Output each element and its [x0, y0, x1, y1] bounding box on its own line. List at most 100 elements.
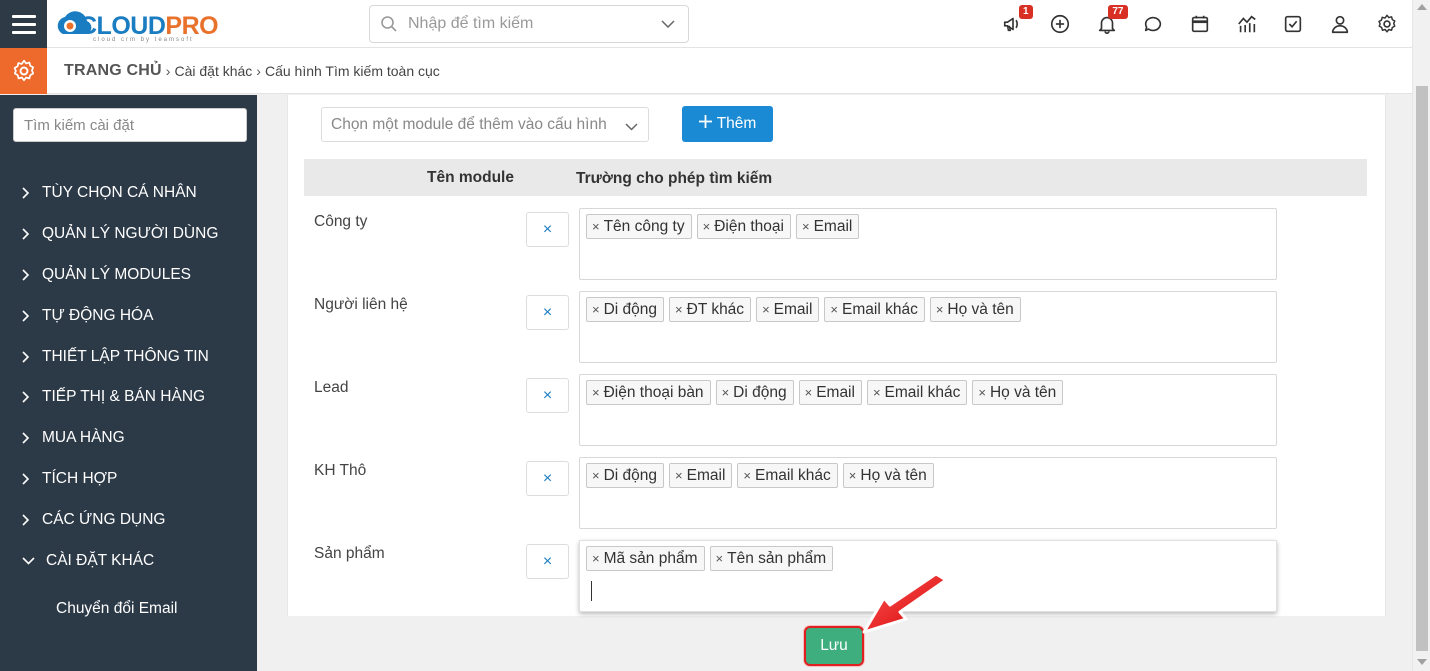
sidebar-item-other-settings[interactable]: CÀI ĐẶT KHÁC: [0, 540, 257, 581]
tag-remove-icon[interactable]: ×: [703, 219, 711, 234]
field-tag-label: Điện thoại: [714, 217, 784, 235]
search-fields-input[interactable]: × Di động × Email × Email khác × Họ và tên: [579, 457, 1277, 529]
tag-remove-icon[interactable]: ×: [873, 385, 881, 400]
bell-icon[interactable]: 77: [1083, 0, 1130, 48]
tag-remove-icon[interactable]: ×: [802, 219, 810, 234]
header-icon-toolbar: 1 77: [990, 0, 1410, 48]
tag-remove-icon[interactable]: ×: [743, 468, 751, 483]
sidebar-item-info-setup[interactable]: THIẾT LẬP THÔNG TIN: [0, 336, 257, 377]
remove-module-button[interactable]: ×: [526, 461, 569, 496]
remove-module-button[interactable]: ×: [526, 544, 569, 579]
sidebar-item-label: TÍCH HỢP: [42, 469, 118, 487]
scrollbar-thumb[interactable]: [1416, 86, 1428, 651]
remove-module-button[interactable]: ×: [526, 295, 569, 330]
sidebar-item-label: CÁC ỨNG DỤNG: [42, 510, 166, 528]
sidebar-item-users[interactable]: QUẢN LÝ NGƯỜI DÙNG: [0, 214, 257, 255]
sidebar-item-purchasing[interactable]: MUA HÀNG: [0, 418, 257, 459]
field-tag-label: Email: [813, 217, 853, 235]
tag-remove-icon[interactable]: ×: [722, 385, 730, 400]
field-tag-label: Di động: [603, 300, 658, 318]
chart-icon[interactable]: [1223, 0, 1270, 48]
sidebar-item-personal[interactable]: TÙY CHỌN CÁ NHÂN: [0, 173, 257, 214]
module-name: Sản phẩm: [314, 545, 385, 562]
settings-icon[interactable]: [1364, 0, 1411, 48]
tag-remove-icon[interactable]: ×: [936, 302, 944, 317]
sidebar-item-integration[interactable]: TÍCH HỢP: [0, 459, 257, 500]
field-tag: × Điện thoại: [696, 214, 791, 239]
add-module-button[interactable]: Thêm: [682, 106, 773, 142]
chat-icon[interactable]: [1130, 0, 1177, 48]
calendar-icon[interactable]: [1177, 0, 1224, 48]
sidebar-item-automation[interactable]: TỰ ĐỘNG HÓA: [0, 295, 257, 336]
search-fields-input[interactable]: × Điện thoại bàn × Di động × Email × Email k…: [579, 374, 1277, 446]
table-row: KH Thô × × Di động × Email × Email khác × Họ…: [288, 457, 1387, 540]
chevron-right-icon: [22, 514, 42, 526]
text-caret: [591, 581, 592, 601]
field-tag-label: Di động: [733, 383, 787, 401]
search-icon: [370, 15, 408, 33]
module-name: KH Thô: [314, 462, 367, 479]
chevron-right-icon: ›: [256, 63, 261, 79]
field-tag: × Di động: [586, 297, 665, 322]
global-search-input[interactable]: [408, 15, 648, 33]
chevron-down-icon[interactable]: [648, 20, 688, 28]
module-name: Người liên hệ: [314, 296, 408, 313]
tag-remove-icon[interactable]: ×: [762, 302, 770, 317]
chevron-right-icon: [22, 391, 42, 403]
field-tag-label: Họ và tên: [860, 466, 927, 484]
tag-remove-icon[interactable]: ×: [592, 219, 600, 234]
search-fields-input[interactable]: × Tên công ty × Điện thoại × Email: [579, 208, 1277, 280]
tag-remove-icon[interactable]: ×: [849, 468, 857, 483]
logo-tagline: cloud crm by teamsoft: [93, 37, 194, 43]
field-tag-label: Email: [816, 383, 855, 401]
megaphone-icon[interactable]: 1: [990, 0, 1037, 48]
scroll-down-icon[interactable]: [1417, 659, 1427, 665]
cloudpro-logo[interactable]: CLOUDPRO cloud crm by teamsoft: [53, 4, 223, 44]
field-tag: × Họ và tên: [842, 463, 934, 488]
settings-menu: TÙY CHỌN CÁ NHÂN QUẢN LÝ NGƯỜI DÙNG QUẢN…: [0, 173, 257, 581]
chevron-right-icon: [22, 269, 42, 281]
tag-remove-icon[interactable]: ×: [592, 468, 600, 483]
checkbox-icon[interactable]: [1270, 0, 1317, 48]
column-header-fields: Trường cho phép tìm kiếm: [576, 170, 773, 187]
tag-remove-icon[interactable]: ×: [805, 385, 813, 400]
search-fields-input[interactable]: × Di động × ĐT khác × Email × Email khác × Họ…: [579, 291, 1277, 363]
tag-remove-icon[interactable]: ×: [592, 302, 600, 317]
sidebar-item-marketing-sales[interactable]: TIẾP THỊ & BÁN HÀNG: [0, 377, 257, 418]
tag-remove-icon[interactable]: ×: [830, 302, 838, 317]
field-tag: × Điện thoại bàn: [586, 380, 711, 405]
module-select-dropdown[interactable]: Chọn một module để thêm vào cấu hình: [321, 107, 649, 142]
close-icon: ×: [542, 469, 553, 487]
user-icon[interactable]: [1317, 0, 1364, 48]
chevron-right-icon: [22, 351, 42, 363]
sidebar-subitem-email-conversion[interactable]: Chuyển đổi Email: [56, 600, 177, 618]
sidebar-item-apps[interactable]: CÁC ỨNG DỤNG: [0, 499, 257, 540]
tag-remove-icon[interactable]: ×: [716, 551, 724, 566]
global-search[interactable]: [369, 5, 689, 43]
column-header-module: Tên module: [427, 169, 514, 186]
tag-remove-icon[interactable]: ×: [592, 551, 600, 566]
breadcrumb-bar: TRANG CHỦ › Cài đặt khác › Cấu hình Tìm …: [0, 48, 1412, 94]
annotation-arrow-icon: [862, 572, 948, 634]
remove-module-button[interactable]: ×: [526, 212, 569, 247]
field-tag-label: ĐT khác: [686, 300, 745, 318]
settings-search-input[interactable]: [13, 108, 247, 142]
sidebar-item-label: TIẾP THỊ & BÁN HÀNG: [42, 388, 206, 406]
breadcrumb: TRANG CHỦ › Cài đặt khác › Cấu hình Tìm …: [64, 48, 440, 94]
tag-remove-icon[interactable]: ×: [675, 468, 683, 483]
global-search-config-panel: Chọn một module để thêm vào cấu hình Thê…: [287, 95, 1386, 616]
field-tag-label: Tên công ty: [603, 217, 685, 235]
tag-remove-icon[interactable]: ×: [592, 385, 600, 400]
sidebar-item-label: TỰ ĐỘNG HÓA: [42, 306, 154, 324]
tag-remove-icon[interactable]: ×: [675, 302, 683, 317]
remove-module-button[interactable]: ×: [526, 378, 569, 413]
breadcrumb-home[interactable]: TRANG CHỦ: [64, 62, 162, 80]
scroll-up-icon[interactable]: [1417, 4, 1427, 10]
chevron-right-icon: [22, 432, 42, 444]
hamburger-menu-icon[interactable]: [0, 0, 47, 48]
page-scrollbar[interactable]: [1412, 0, 1430, 671]
tag-remove-icon[interactable]: ×: [978, 385, 986, 400]
plus-circle-icon[interactable]: [1037, 0, 1084, 48]
sidebar-item-modules[interactable]: QUẢN LÝ MODULES: [0, 255, 257, 296]
breadcrumb-level1[interactable]: Cài đặt khác: [174, 63, 252, 79]
